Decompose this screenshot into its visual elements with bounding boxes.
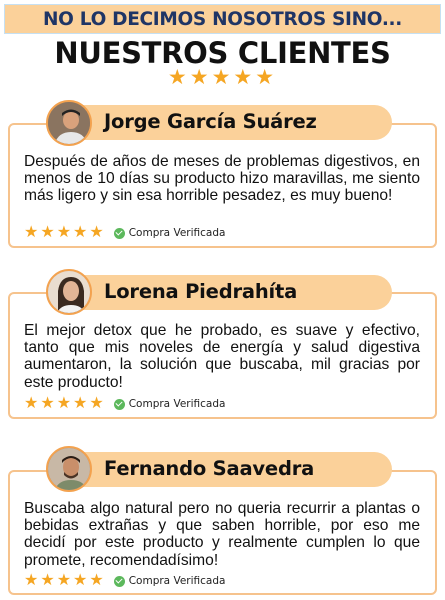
- rating-row: ★★★★★ Compra Verificada: [24, 224, 225, 242]
- star-rating: ★★★★★: [24, 572, 106, 589]
- customer-name: Lorena Piedrahíta: [104, 280, 298, 303]
- rating-row: ★★★★★ Compra Verificada: [24, 572, 225, 590]
- check-icon: [113, 398, 125, 410]
- name-pill: Fernando Saavedra: [58, 452, 392, 487]
- check-icon: [113, 227, 125, 239]
- customer-name: Jorge García Suárez: [104, 110, 317, 133]
- customer-name: Fernando Saavedra: [104, 457, 315, 480]
- header-star-rating: ★★★★★: [167, 66, 278, 89]
- verified-label: Compra Verificada: [128, 227, 226, 239]
- check-icon: [113, 575, 125, 587]
- review-text: Buscaba algo natural pero no queria recu…: [24, 500, 420, 569]
- star-rating: ★★★★★: [24, 224, 106, 241]
- banner-text: NO LO DECIMOS NOSOTROS SINO...: [42, 8, 402, 30]
- name-pill: Jorge García Suárez: [58, 105, 392, 140]
- person-avatar-icon: [46, 100, 92, 146]
- review-text: El mejor detox que he probado, es suave …: [24, 322, 420, 391]
- page-title: NUESTROS CLIENTES: [54, 36, 391, 70]
- person-avatar-icon: [46, 446, 92, 492]
- verified-label: Compra Verificada: [128, 575, 226, 587]
- verified-label: Compra Verificada: [128, 398, 226, 410]
- rating-row: ★★★★★ Compra Verificada: [24, 395, 225, 413]
- star-rating: ★★★★★: [24, 395, 106, 412]
- name-pill: Lorena Piedrahíta: [58, 275, 392, 310]
- top-banner: NO LO DECIMOS NOSOTROS SINO...: [4, 4, 441, 34]
- person-avatar-icon: [46, 269, 92, 315]
- review-text: Después de años de meses de problemas di…: [24, 153, 420, 205]
